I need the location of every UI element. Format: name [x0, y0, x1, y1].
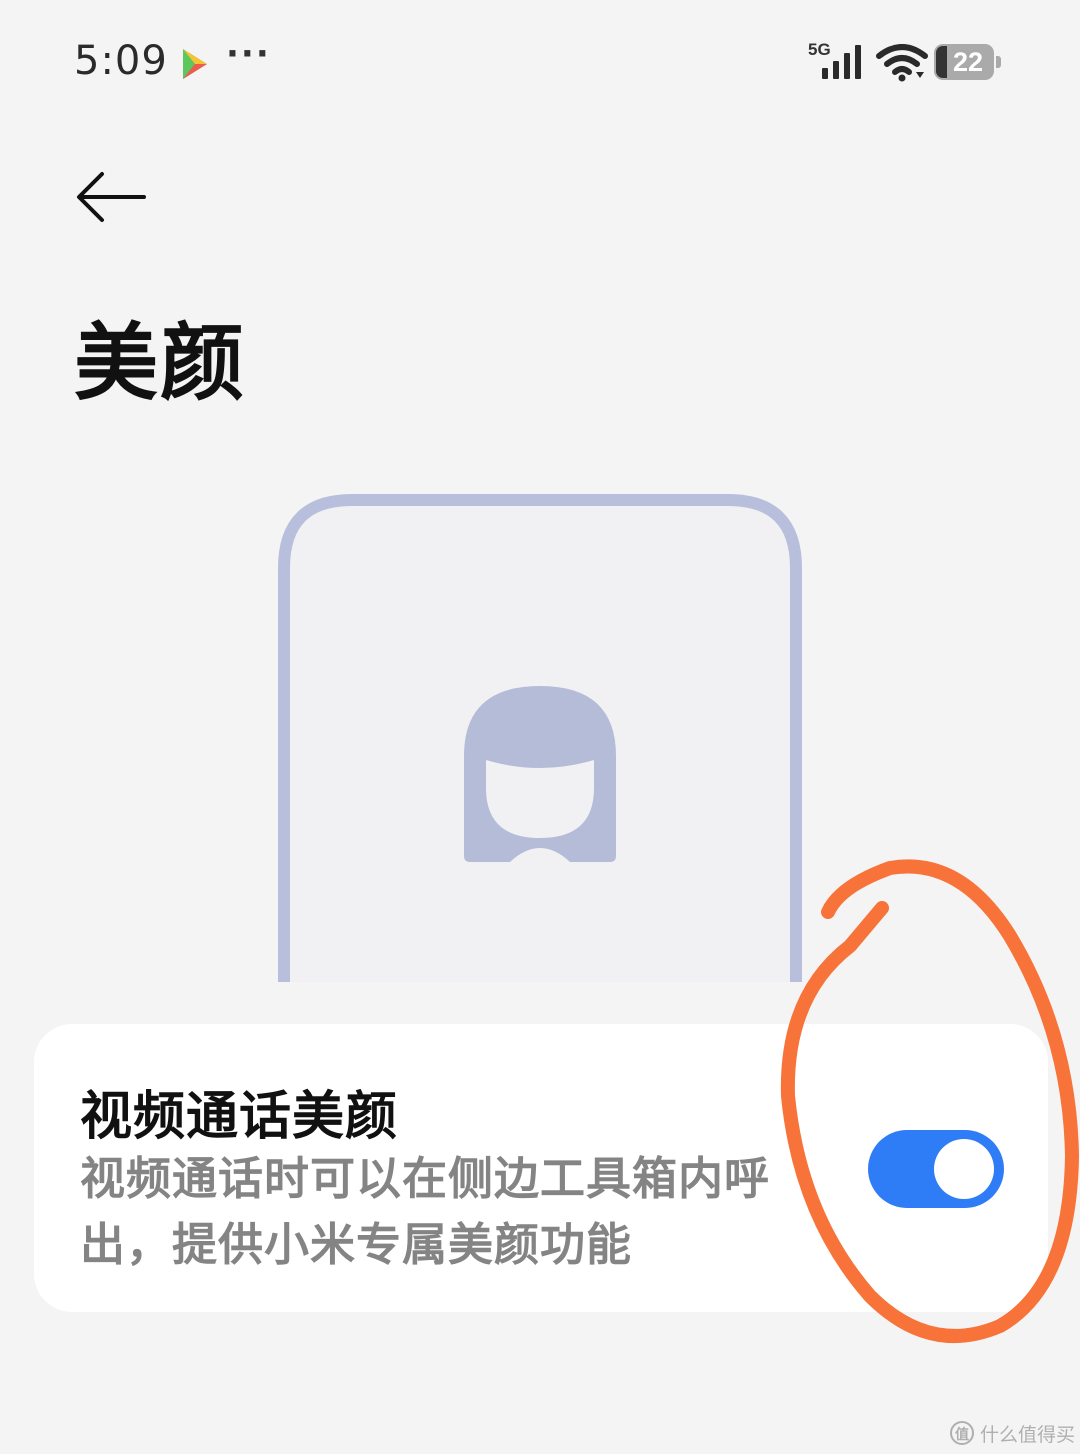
play-icon [183, 49, 207, 79]
avatar-icon [464, 686, 616, 862]
watermark: 值 什么值得买 [950, 1418, 1075, 1448]
wifi-icon [876, 44, 928, 82]
more-icon: ··· [226, 34, 271, 74]
battery-level: 22 [952, 47, 984, 77]
signal-icon [822, 45, 861, 79]
status-bar: 5:09 ··· 5G 22 [0, 0, 1080, 120]
toggle-knob [934, 1139, 994, 1199]
video-call-beauty-toggle[interactable] [868, 1130, 1004, 1208]
phone-illustration [278, 494, 802, 982]
back-button[interactable] [70, 166, 150, 228]
watermark-logo: 值 [950, 1421, 974, 1445]
back-arrow-icon [77, 172, 146, 222]
status-time: 5:09 [74, 38, 168, 84]
setting-description: 视频通话时可以在侧边工具箱内呼出，提供小米专属美颜功能 [80, 1152, 771, 1271]
watermark-text: 什么值得买 [980, 1423, 1076, 1446]
video-call-beauty-setting: 视频通话美颜 视频通话时可以在侧边工具箱内呼出，提供小米专属美颜功能 [34, 1024, 1048, 1312]
page-title: 美颜 [74, 314, 247, 412]
setting-title: 视频通话美颜 [80, 1087, 399, 1147]
battery-icon: 22 [934, 44, 1001, 80]
